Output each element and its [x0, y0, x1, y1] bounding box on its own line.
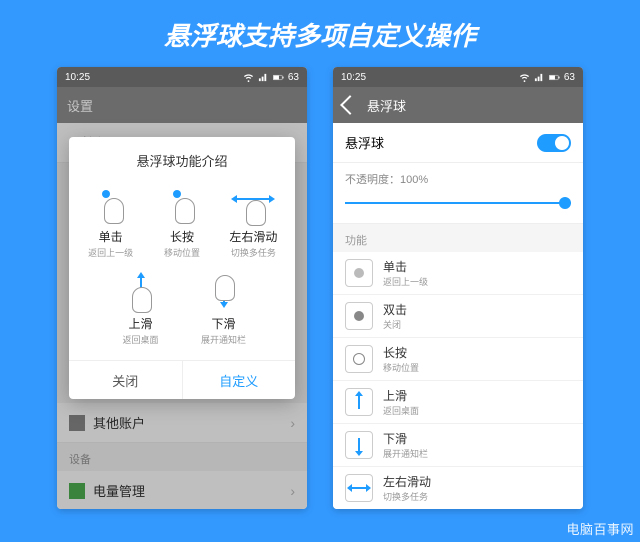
settings-title: 设置: [67, 96, 93, 115]
action-swipedown[interactable]: 下滑展开通知栏: [333, 424, 583, 467]
status-bar: 10:25 63: [57, 67, 307, 87]
opacity-slider[interactable]: [345, 195, 571, 211]
status-time: 10:25: [65, 72, 90, 83]
wifi-icon: [243, 72, 254, 83]
signal-icon: [258, 72, 269, 83]
gesture-swipe-down: 下滑 展开通知栏: [182, 271, 265, 346]
toggle-label: 悬浮球: [345, 133, 384, 152]
modal-actions: 关闭 自定义: [69, 360, 295, 399]
action-swipedown-label: 下滑: [383, 430, 428, 447]
gesture-tap: 单击 返回上一级: [75, 184, 146, 259]
battery-icon: [273, 72, 284, 83]
status-bar: 10:25 63: [333, 67, 583, 87]
watermark: 电脑百事网: [566, 519, 634, 538]
action-swipeup[interactable]: 上滑返回桌面: [333, 381, 583, 424]
action-longpress-sub: 移动位置: [383, 361, 419, 374]
gesture-lr-sub: 切换多任务: [231, 246, 276, 259]
gesture-tap-label: 单击: [99, 228, 123, 245]
action-swipeup-sub: 返回桌面: [383, 404, 419, 417]
phone-left: 10:25 63 设置 个性化 › 悬浮球功能介绍 单击: [57, 67, 307, 509]
phone-container: 10:25 63 设置 个性化 › 悬浮球功能介绍 单击: [0, 67, 640, 509]
gesture-longpress-sub: 移动位置: [164, 246, 200, 259]
floatball-header: 悬浮球: [333, 87, 583, 123]
doubletap-icon: [345, 302, 373, 330]
floatball-settings: 悬浮球 不透明度：100% 功能 单击返回上一级 双击关闭 长按移动位置: [333, 123, 583, 509]
action-doubletap-label: 双击: [383, 301, 407, 318]
action-swipelr-label: 左右滑动: [383, 473, 431, 490]
modal-title: 悬浮球功能介绍: [69, 137, 295, 180]
swipedown-icon: [345, 431, 373, 459]
opacity-label: 不透明度：100%: [345, 171, 571, 187]
swipelr-icon: [345, 474, 373, 502]
gesture-up-label: 上滑: [128, 315, 152, 332]
gesture-up-sub: 返回桌面: [122, 333, 158, 346]
gesture-tap-sub: 返回上一级: [88, 246, 133, 259]
status-time: 10:25: [341, 72, 366, 83]
gesture-swipe-up: 上滑 返回桌面: [99, 271, 182, 346]
back-icon[interactable]: [340, 95, 360, 115]
close-button[interactable]: 关闭: [69, 361, 183, 399]
opacity-block: 不透明度：100%: [333, 163, 583, 224]
gesture-down-label: 下滑: [211, 315, 235, 332]
floatball-title: 悬浮球: [367, 96, 406, 115]
action-tap-sub: 返回上一级: [383, 275, 428, 288]
longpress-icon: [345, 345, 373, 373]
action-longpress[interactable]: 长按移动位置: [333, 338, 583, 381]
toggle-row: 悬浮球: [333, 123, 583, 163]
action-swipedown-sub: 展开通知栏: [383, 447, 428, 460]
action-swipelr[interactable]: 左右滑动切换多任务: [333, 467, 583, 509]
gesture-modal: 悬浮球功能介绍 单击 返回上一级 长按 移动位置 左右滑动 切换多任务: [69, 137, 295, 399]
status-battery: 63: [564, 72, 575, 83]
status-right: 63: [519, 72, 575, 83]
customize-button[interactable]: 自定义: [183, 361, 296, 399]
gesture-down-sub: 展开通知栏: [201, 333, 246, 346]
gesture-grid-2: 上滑 返回桌面 下滑 展开通知栏: [69, 267, 295, 360]
banner-title: 悬浮球支持多项自定义操作: [0, 0, 640, 67]
action-longpress-label: 长按: [383, 344, 419, 361]
wifi-icon: [519, 72, 530, 83]
gesture-lr-label: 左右滑动: [229, 228, 277, 245]
status-right: 63: [243, 72, 299, 83]
action-swipelr-sub: 切换多任务: [383, 490, 431, 503]
section-func: 功能: [333, 224, 583, 252]
status-battery: 63: [288, 72, 299, 83]
gesture-longpress-label: 长按: [170, 228, 194, 245]
phone-right: 10:25 63 悬浮球 悬浮球 不透明度：100% 功能: [333, 67, 583, 509]
signal-icon: [534, 72, 545, 83]
settings-header: 设置: [57, 87, 307, 123]
gesture-grid: 单击 返回上一级 长按 移动位置 左右滑动 切换多任务: [69, 180, 295, 267]
action-doubletap[interactable]: 双击关闭: [333, 295, 583, 338]
battery-icon: [549, 72, 560, 83]
action-tap-label: 单击: [383, 258, 428, 275]
swipeup-icon: [345, 388, 373, 416]
floatball-switch[interactable]: [537, 134, 571, 152]
tap-icon: [345, 259, 373, 287]
gesture-swipe-lr: 左右滑动 切换多任务: [218, 184, 289, 259]
gesture-longpress: 长按 移动位置: [146, 184, 217, 259]
action-tap[interactable]: 单击返回上一级: [333, 252, 583, 295]
action-doubletap-sub: 关闭: [383, 318, 407, 331]
action-swipeup-label: 上滑: [383, 387, 419, 404]
